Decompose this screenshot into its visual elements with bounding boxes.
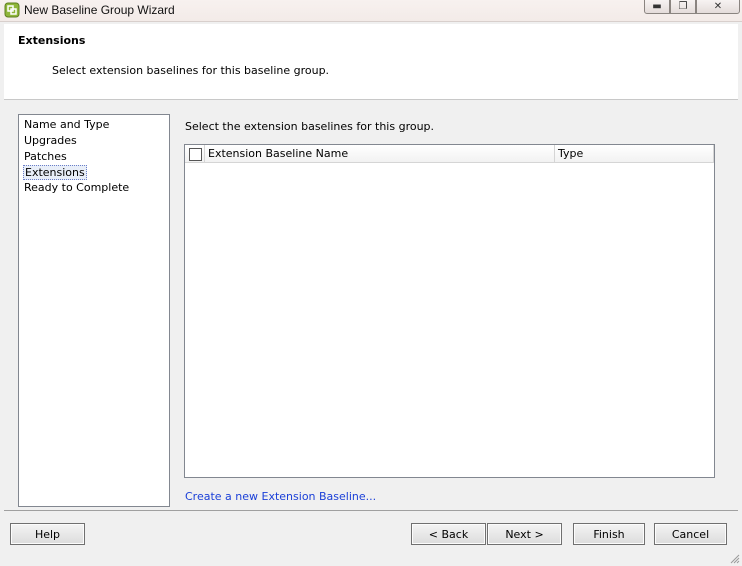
footer-divider xyxy=(4,510,738,511)
step-upgrades[interactable]: Upgrades xyxy=(23,133,165,149)
title-bar: New Baseline Group Wizard ▬ ❐ ✕ xyxy=(0,0,742,22)
column-header-type[interactable]: Type xyxy=(555,145,714,163)
window-title: New Baseline Group Wizard xyxy=(24,3,175,17)
next-button[interactable]: Next > xyxy=(487,523,562,545)
extension-baselines-table: Extension Baseline Name Type xyxy=(184,144,715,478)
step-ready-to-complete[interactable]: Ready to Complete xyxy=(23,180,165,196)
close-button[interactable]: ✕ xyxy=(696,0,740,14)
help-button[interactable]: Help xyxy=(10,523,85,545)
window-controls: ▬ ❐ ✕ xyxy=(644,0,740,14)
step-patches[interactable]: Patches xyxy=(23,149,165,165)
finish-button[interactable]: Finish xyxy=(573,523,645,545)
page-title: Extensions xyxy=(18,34,86,47)
wizard-steps-list: Name and Type Upgrades Patches Extension… xyxy=(18,114,170,507)
select-all-column xyxy=(185,145,205,163)
select-all-checkbox[interactable] xyxy=(189,147,202,161)
instruction-text: Select the extension baselines for this … xyxy=(185,120,435,133)
maximize-button[interactable]: ❐ xyxy=(670,0,696,14)
back-button[interactable]: < Back xyxy=(411,523,486,545)
step-extensions[interactable]: Extensions xyxy=(23,165,87,180)
wizard-window: New Baseline Group Wizard ▬ ❐ ✕ Extensio… xyxy=(0,0,742,566)
minimize-button[interactable]: ▬ xyxy=(644,0,670,14)
close-icon: ✕ xyxy=(713,1,723,12)
vmware-app-icon xyxy=(4,2,20,18)
cancel-button[interactable]: Cancel xyxy=(654,523,727,545)
table-header: Extension Baseline Name Type xyxy=(185,145,714,163)
resize-grip-icon[interactable] xyxy=(728,552,740,564)
create-extension-baseline-link[interactable]: Create a new Extension Baseline... xyxy=(185,490,376,503)
wizard-header: Extensions Select extension baselines fo… xyxy=(4,24,738,100)
minimize-icon: ▬ xyxy=(652,1,662,12)
restore-icon: ❐ xyxy=(678,1,688,12)
step-name-and-type[interactable]: Name and Type xyxy=(23,117,165,133)
page-description: Select extension baselines for this base… xyxy=(52,64,330,77)
column-header-name[interactable]: Extension Baseline Name xyxy=(205,145,555,163)
